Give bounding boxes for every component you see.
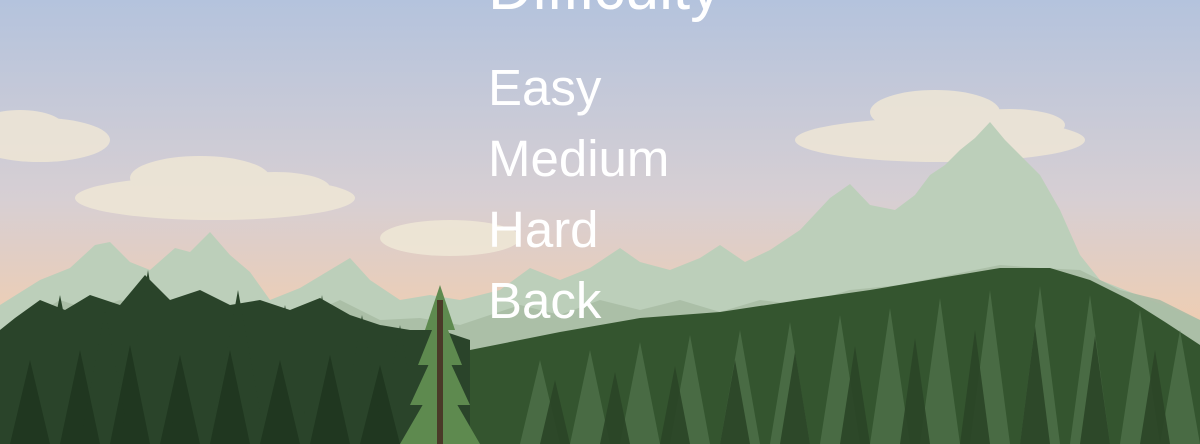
medium-button[interactable]: Medium xyxy=(488,123,669,194)
game-screen: Difficulty Easy Medium Hard Back xyxy=(0,0,1200,444)
back-button[interactable]: Back xyxy=(488,265,669,336)
easy-button[interactable]: Easy xyxy=(488,52,669,123)
menu-title: Difficulty xyxy=(488,0,721,20)
difficulty-menu: Easy Medium Hard Back xyxy=(488,52,669,336)
hard-button[interactable]: Hard xyxy=(488,194,669,265)
